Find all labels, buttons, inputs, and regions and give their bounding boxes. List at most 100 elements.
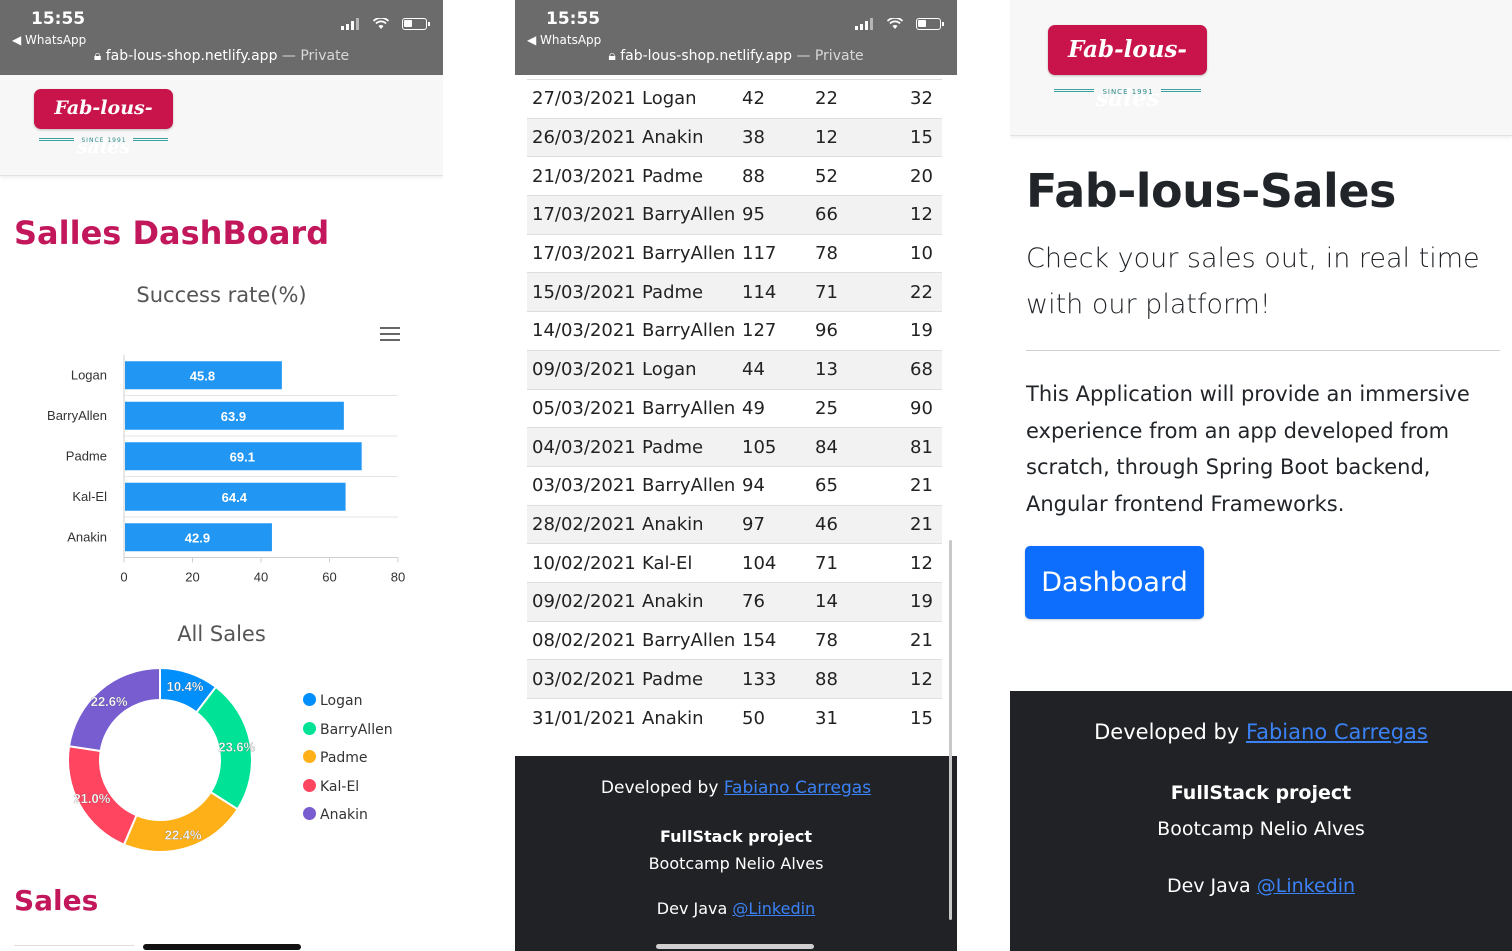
cell-deals: 71 [810,543,905,583]
cell-visited: 114 [737,272,810,312]
cell-seller: BarryAllen [637,388,737,428]
cell-amount: 32 [905,79,942,119]
cell-date: 03/03/2021 [527,465,637,506]
legend-item[interactable]: Logan [303,693,362,709]
legend-label: Padme [320,750,368,766]
cell-seller: Anakin [637,117,737,157]
legend-marker [303,778,316,792]
cell-amount: 90 [905,388,942,428]
brand-logo[interactable]: Fab-lous-sales [1048,25,1207,112]
table-row: 04/03/2021 Padme 105 84 81 [527,427,942,467]
bar-chart: 45.8 Logan 63.9 BarryAllen 69.1 Padme 64.4 Kal-… [47,355,405,585]
cell-seller: BarryAllen [637,233,737,273]
bar-value-label: 63.9 [221,409,246,424]
linkedin-link[interactable]: @Linkedin [1257,875,1355,897]
page-title: Salles DashBoard [14,214,330,252]
cell-amount: 12 [905,659,942,699]
legend-marker [303,693,316,706]
cell-seller: Logan [637,79,737,119]
cell-amount: 19 [905,311,942,351]
back-to-app-link[interactable]: ◀ WhatsApp [527,33,601,47]
status-bar: 15:55 ◀ WhatsApp 🔒︎ fab-lous-shop.netlif… [515,0,957,75]
footer-bootcamp: Bootcamp Nelio Alves [648,854,824,873]
cell-seller: Anakin [637,581,737,622]
legend-label: Logan [320,693,363,709]
cell-date: 21/03/2021 [527,156,637,196]
footer-dev: Dev Java @Linkedin [1010,875,1512,897]
cell-deals: 13 [810,349,905,389]
cell-date: 03/02/2021 [527,659,637,699]
cell-visited: 105 [737,427,810,467]
cell-seller: Padme [637,659,737,699]
cell-visited: 127 [737,311,810,351]
cell-deals: 88 [810,659,905,699]
navbar: Fab-lous-sales SINCE 1991 [0,75,443,176]
dev-java-text: Dev Java [656,899,728,918]
cell-visited: 88 [737,156,810,196]
table-row: 17/03/2021 BarryAllen 95 66 12 [527,195,942,235]
cell-seller: Padme [637,427,737,467]
linkedin-link[interactable]: @Linkedin [732,899,815,918]
cell-visited: 38 [737,117,810,157]
cell-amount: 15 [905,117,942,157]
bar-value-label: 69.1 [230,449,255,464]
donut-slice-anakin [67,666,161,753]
home-indicator [143,944,301,950]
table-row: 15/03/2021 Padme 114 71 22 [527,272,942,312]
category-label: Logan [71,367,107,382]
x-tick-label: 80 [391,570,405,585]
cell-deals: 12 [810,117,905,157]
address-bar[interactable]: 🔒︎ fab-lous-shop.netlify.app — Private [515,48,957,64]
address-bar[interactable]: 🔒︎ fab-lous-shop.netlify.app — Private [0,48,443,64]
x-tick-label: 60 [322,570,336,585]
author-link[interactable]: Fabiano Carregas [724,778,871,798]
table-row: 05/03/2021 BarryAllen 49 25 90 [527,388,942,428]
table-scrollbar[interactable] [949,540,952,920]
dashboard-button[interactable]: Dashboard [1025,546,1204,619]
cell-seller: BarryAllen [637,311,737,351]
cell-deals: 96 [810,311,905,351]
signal-icon [341,18,360,30]
chart-menu-icon[interactable] [380,327,400,341]
wifi-icon [886,18,903,29]
cell-date: 08/02/2021 [527,620,637,660]
lock-icon: 🔒︎ [608,48,616,64]
cell-visited: 154 [737,620,810,660]
legend-item[interactable]: Kal-El [303,778,359,795]
cell-date: 28/02/2021 [527,504,637,544]
table-row: 26/03/2021 Anakin 38 12 15 [527,117,942,157]
cell-seller: Anakin [637,698,737,738]
table-row: 09/03/2021 Logan 44 13 68 [527,349,942,389]
legend-label: Anakin [320,807,368,823]
lock-icon: 🔒︎ [93,48,102,64]
cell-amount: 15 [905,698,942,738]
cell-visited: 133 [737,659,810,699]
cell-visited: 44 [737,349,810,389]
signal-icon [855,18,874,30]
cell-seller: Padme [637,156,737,196]
navbar: Fab-lous-sales SINCE 1991 [1010,0,1512,136]
status-time: 15:55 [31,9,86,29]
author-link[interactable]: Fabiano Carregas [1246,720,1428,744]
cell-amount: 22 [905,272,942,312]
developed-by-text: Developed by [1094,720,1240,744]
category-label: Padme [66,448,107,463]
cell-date: 27/03/2021 [527,79,637,119]
cell-visited: 42 [737,79,810,119]
cell-deals: 71 [810,272,905,312]
back-to-app-link[interactable]: ◀ WhatsApp [12,33,86,47]
brand-logo[interactable]: Fab-lous-sales [34,89,173,158]
donut-chart: 10.4% 23.6% 22.4% 21.0% 22.6% [67,666,256,853]
legend-item[interactable]: Anakin [303,807,368,823]
cell-seller: BarryAllen [637,465,737,506]
legend-item[interactable]: BarryAllen [303,721,393,738]
legend-label: BarryAllen [320,721,393,738]
cell-amount: 20 [905,156,942,196]
cell-amount: 21 [905,620,942,660]
legend-item[interactable]: Padme [303,750,368,766]
footer-bootcamp: Bootcamp Nelio Alves [1157,818,1365,840]
legend-marker [303,807,316,820]
cell-seller: Logan [637,349,737,389]
footer: Developed by Fabiano Carregas FullStack … [515,756,957,951]
footer: Developed by Fabiano Carregas FullStack … [1010,691,1512,951]
